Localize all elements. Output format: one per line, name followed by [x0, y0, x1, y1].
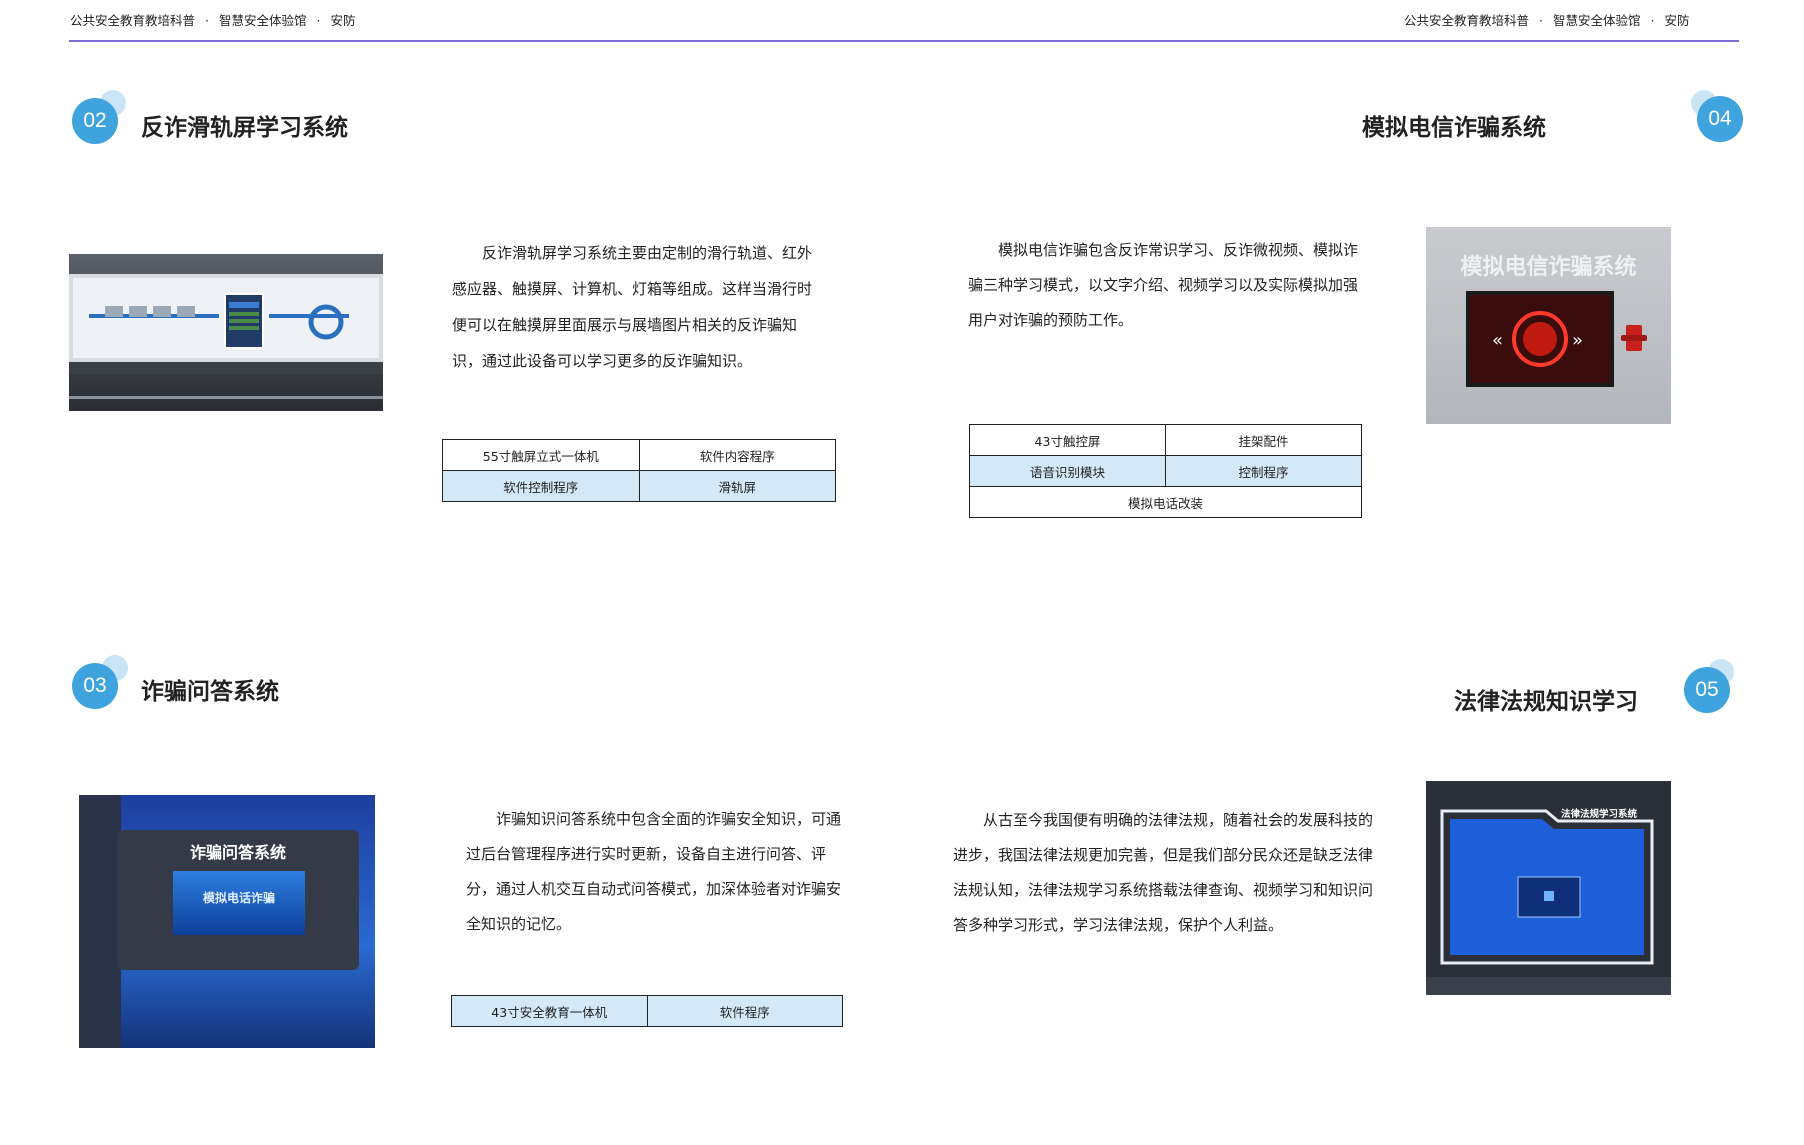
svg-text:«: « [1492, 330, 1503, 351]
photo-wall-side [79, 795, 121, 1048]
header-item: 安防 [330, 13, 356, 28]
section-description: 诈骗知识问答系统中包含全面的诈骗安全知识，可通过后台管理程序进行实时更新，设备自… [466, 810, 842, 933]
spec-table: 55寸触屏立式一体机 软件内容程序 软件控制程序 滑轨屏 [442, 439, 836, 502]
header-item: 公共安全教育教培科普 [70, 13, 196, 28]
slide-rail-illustration [69, 254, 383, 411]
qa-system-photo: 诈骗问答系统 模拟电话诈骗 [79, 795, 375, 1048]
header-item: 智慧安全体验馆 [1553, 13, 1641, 28]
section-title: 反诈滑轨屏学习系统 [141, 115, 348, 141]
table-cell: 软件程序 [646, 995, 843, 1027]
table-cell: 43寸触控屏 [969, 424, 1166, 456]
section-description: 模拟电信诈骗包含反诈常识学习、反诈微视频、模拟诈骗三种学习模式，以文字介绍、视频… [968, 241, 1359, 329]
law-learning-photo: 法律法规学习系统 [1426, 781, 1671, 995]
table-cell: 语音识别模块 [969, 455, 1166, 487]
table-cell: 软件内容程序 [638, 439, 836, 471]
section-description: 从古至今我国便有明确的法律法规，随着社会的发展科技的进步，我国法律法规更加完善，… [953, 811, 1374, 934]
kiosk-screen-text: 模拟电话诈骗 [202, 891, 275, 905]
fraud-screen-illustration: « » [1466, 291, 1647, 387]
table-cell: 控制程序 [1165, 455, 1362, 487]
section-title: 诈骗问答系统 [141, 679, 279, 705]
table-row: 软件控制程序 滑轨屏 [442, 470, 836, 502]
section-number-badge: 05 [1684, 667, 1730, 713]
section-number-badge: 02 [72, 98, 118, 144]
table-row: 模拟电话改装 [969, 486, 1362, 518]
header-left: 公共安全教育教培科普 · 智慧安全体验馆 · 安防 [70, 13, 356, 28]
table-row: 43寸触控屏 挂架配件 [969, 424, 1362, 456]
svg-text:»: » [1572, 330, 1583, 351]
table-cell: 55寸触屏立式一体机 [442, 439, 640, 471]
spec-table: 43寸安全教育一体机 软件程序 [451, 995, 843, 1027]
slide-rail-photo [69, 254, 383, 411]
header-item: 安防 [1664, 13, 1690, 28]
header-right: 公共安全教育教培科普 · 智慧安全体验馆 · 安防 [1404, 13, 1690, 28]
telecom-fraud-photo: 模拟电信诈骗系统 « » [1426, 227, 1671, 424]
section-title: 法律法规知识学习 [1454, 689, 1638, 715]
spec-table: 43寸触控屏 挂架配件 语音识别模块 控制程序 模拟电话改装 [969, 424, 1362, 518]
table-cell: 模拟电话改装 [969, 486, 1362, 518]
table-row: 55寸触屏立式一体机 软件内容程序 [442, 439, 836, 471]
header-divider [69, 40, 1739, 42]
table-row: 语音识别模块 控制程序 [969, 455, 1362, 487]
table-cell: 43寸安全教育一体机 [451, 995, 648, 1027]
section-title: 模拟电信诈骗系统 [1362, 115, 1546, 141]
section-number-badge: 04 [1697, 96, 1743, 142]
table-cell: 挂架配件 [1165, 424, 1362, 456]
law-screen-title: 法律法规学习系统 [1560, 809, 1637, 820]
section-number-badge: 03 [72, 663, 118, 709]
table-row: 43寸安全教育一体机 软件程序 [451, 995, 843, 1027]
header-item: 公共安全教育教培科普 [1404, 13, 1530, 28]
kiosk-title: 诈骗问答系统 [189, 843, 286, 862]
section-description: 反诈滑轨屏学习系统主要由定制的滑行轨道、红外感应器、触摸屏、计算机、灯箱等组成。… [452, 244, 813, 370]
table-cell: 滑轨屏 [638, 470, 836, 502]
header-item: 智慧安全体验馆 [219, 13, 307, 28]
table-cell: 软件控制程序 [442, 470, 640, 502]
